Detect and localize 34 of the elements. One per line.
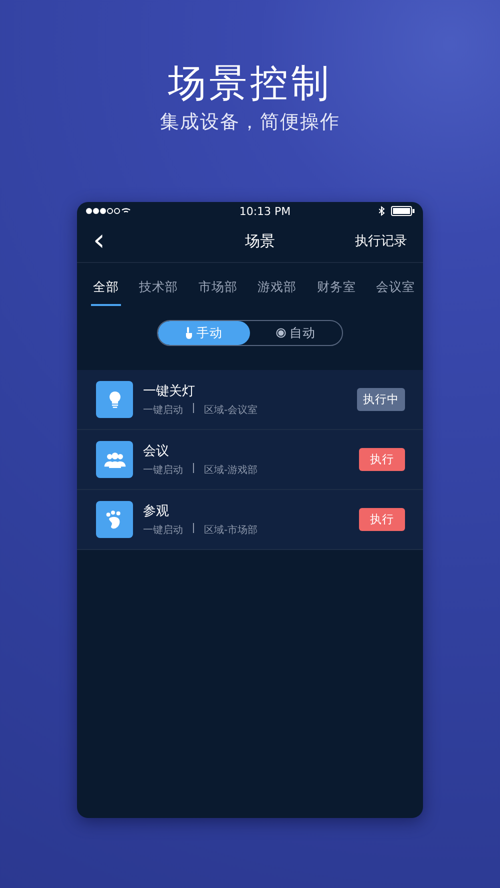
scene-row[interactable]: 一键关灯 一键启动 区域-会议室 执行中: [77, 370, 423, 430]
divider-line: [193, 523, 194, 533]
department-tab[interactable]: 会议室: [374, 277, 417, 306]
battery-icon: [390, 206, 415, 216]
department-tab[interactable]: 游戏部: [256, 277, 299, 306]
scene-trigger: 一键启动: [143, 464, 183, 477]
radio-icon: [276, 328, 286, 338]
signal-icon: [85, 207, 131, 215]
scene-name: 参观: [143, 503, 170, 520]
scene-trigger: 一键启动: [143, 404, 183, 417]
scene-area: 区域-市场部: [204, 523, 258, 537]
run-button[interactable]: 执行中: [357, 388, 405, 411]
bluetooth-icon: [378, 206, 385, 216]
divider-line: [193, 403, 194, 413]
mode-segment[interactable]: 自动: [250, 321, 342, 345]
history-link[interactable]: 执行记录: [355, 232, 407, 250]
page-title: 场景控制: [168, 60, 332, 106]
screen-title: 场景: [244, 232, 276, 250]
status-time: 10:13 PM: [239, 204, 291, 218]
divider-line: [193, 463, 194, 473]
scene-row[interactable]: 参观 一键启动 区域-市场部 执行: [77, 490, 423, 550]
department-tab[interactable]: 技术部: [137, 277, 180, 306]
scene-area: 区域-会议室: [204, 403, 258, 417]
department-tab[interactable]: 全部: [91, 277, 121, 306]
scene-area: 区域-游戏部: [204, 463, 258, 477]
scene-row[interactable]: 会议 一键启动 区域-游戏部 执行: [77, 430, 423, 490]
department-tab[interactable]: 财务室: [314, 277, 358, 306]
back-button[interactable]: ‹: [89, 226, 109, 256]
scene-trigger: 一键启动: [143, 524, 183, 537]
scene-name: 一键关灯: [143, 383, 196, 400]
scene-name: 会议: [143, 443, 170, 460]
department-tab[interactable]: 市场部: [196, 277, 240, 306]
hand-icon: [184, 327, 192, 339]
page-subtitle: 集成设备，简便操作: [160, 110, 340, 134]
